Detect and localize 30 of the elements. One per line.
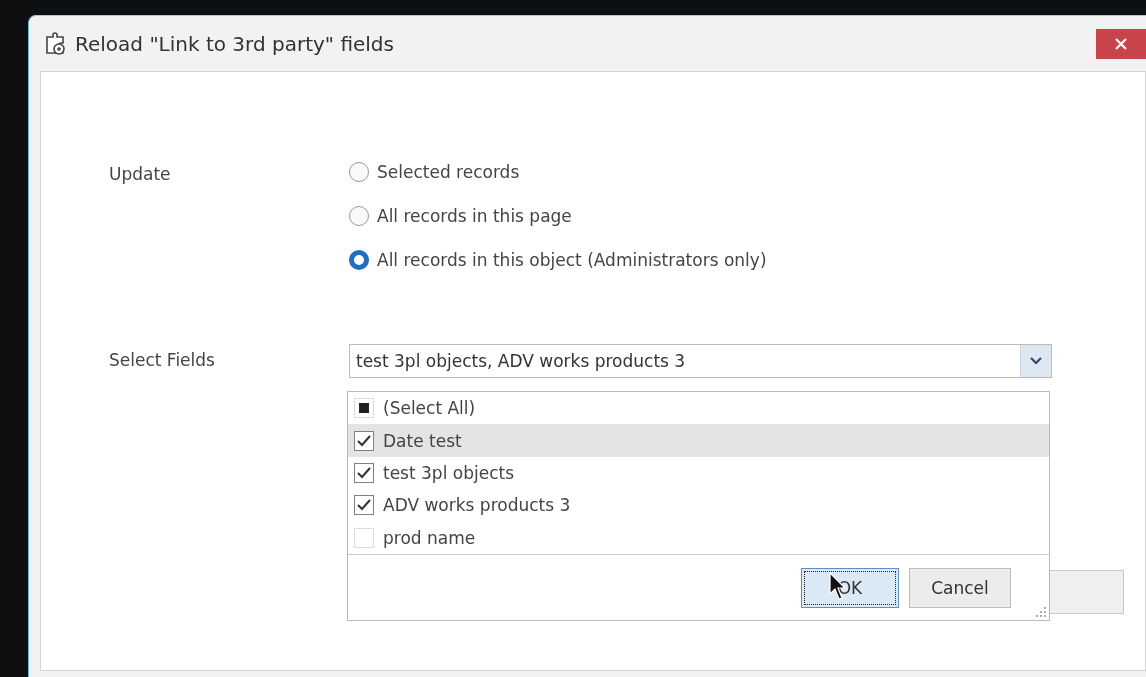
list-item[interactable]: ADV works products 3 — [348, 489, 1049, 522]
chevron-down-icon — [1030, 357, 1042, 365]
radio-label: Selected records — [377, 162, 520, 182]
checkbox[interactable] — [354, 463, 374, 484]
close-icon — [1115, 38, 1127, 50]
checkbox[interactable] — [354, 495, 374, 516]
list-item[interactable]: Date test — [348, 424, 1049, 457]
item-label: test 3pl objects — [383, 463, 515, 484]
list-item[interactable]: prod name — [348, 521, 1049, 555]
radio-label: All records in this page — [377, 206, 572, 226]
radio-label: All records in this object (Administrators only) — [377, 250, 767, 270]
radio-button[interactable] — [349, 250, 369, 270]
field-label: Update — [109, 163, 172, 186]
item-label: prod name — [383, 527, 476, 548]
item-label: (Select All) — [383, 398, 476, 419]
radio-button[interactable] — [349, 206, 369, 226]
dropdown-toggle[interactable] — [1020, 345, 1051, 377]
item-label: ADV works products 3 — [383, 495, 571, 516]
radio-button[interactable] — [349, 162, 369, 182]
resize-grip-icon[interactable] — [1035, 606, 1047, 618]
field-label: Select Fields — [109, 349, 216, 372]
cancel-button[interactable]: Cancel — [909, 567, 1011, 608]
dropdown-value: test 3pl objects, ADV works products 3 — [356, 351, 686, 371]
checkbox[interactable] — [354, 430, 374, 451]
close-button[interactable] — [1096, 29, 1146, 59]
window-title: Reload "Link to 3rd party" fields — [75, 31, 394, 56]
item-label: Date test — [383, 430, 462, 451]
list-item[interactable]: (Select All) — [348, 392, 1049, 425]
list-item[interactable]: test 3pl objects — [348, 456, 1049, 490]
dropdown-field[interactable]: test 3pl objects, ADV works products 3 — [349, 344, 1052, 378]
